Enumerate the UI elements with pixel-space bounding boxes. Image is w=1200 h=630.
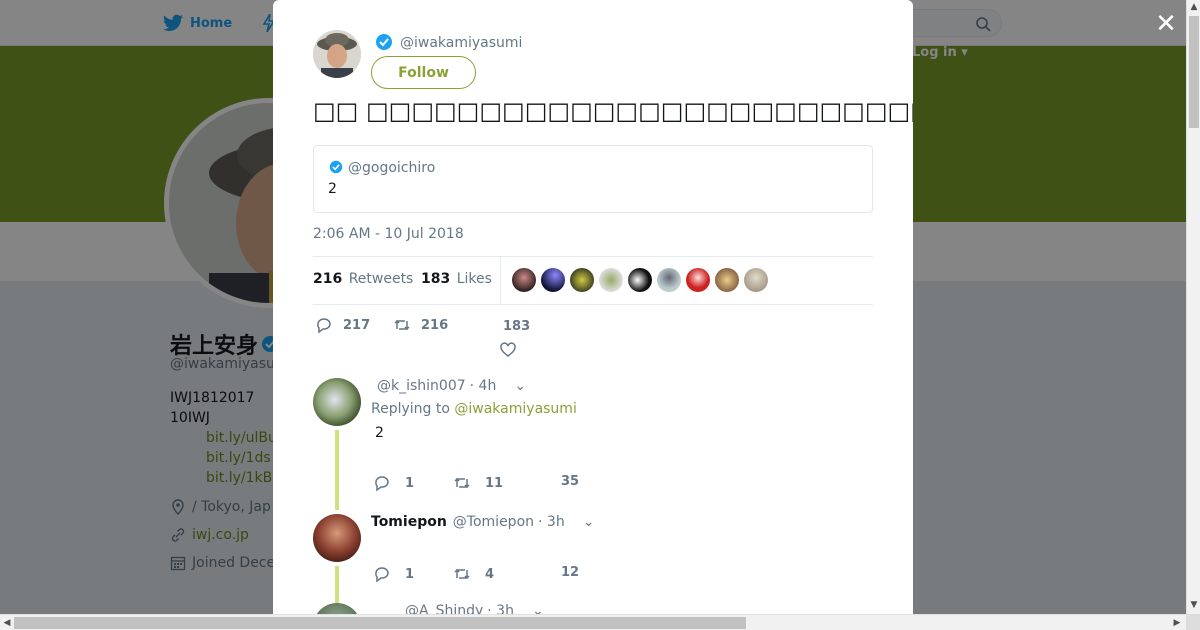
- likes-count: 183: [421, 271, 451, 287]
- reply-button[interactable]: 1: [373, 565, 414, 583]
- vertical-scroll-thumb[interactable]: [1189, 16, 1199, 128]
- author-photo: [313, 30, 361, 78]
- like-count: 12: [561, 565, 580, 580]
- author-avatar[interactable]: [313, 30, 361, 78]
- scroll-right-arrow-icon[interactable]: ▶: [1170, 616, 1184, 630]
- scroll-up-arrow-icon[interactable]: ▲: [1187, 0, 1200, 14]
- like-button[interactable]: 35: [561, 474, 579, 489]
- quoted-text: 2: [328, 181, 337, 197]
- retweet-icon: [454, 477, 470, 489]
- liker-avatar[interactable]: [570, 268, 594, 292]
- close-icon[interactable]: ✕: [1152, 10, 1180, 38]
- reply-author-handle[interactable]: @A_Shindy: [405, 603, 483, 614]
- scroll-down-arrow-icon[interactable]: ▼: [1187, 598, 1200, 612]
- likes-label: Likes: [456, 271, 492, 287]
- liker-avatar[interactable]: [657, 268, 681, 292]
- chevron-down-icon[interactable]: ⌄: [583, 514, 595, 530]
- verified-badge-icon: [329, 160, 343, 174]
- reply-avatar[interactable]: [313, 378, 361, 426]
- reply-header: @k_ishin007 · 4h ⌄: [371, 378, 526, 394]
- verified-badge-icon: [376, 34, 392, 50]
- retweet-button[interactable]: 4: [453, 565, 494, 583]
- retweet-count: 4: [485, 566, 495, 582]
- replying-to: Replying to @iwakamiyasumi: [371, 401, 577, 417]
- liker-avatar[interactable]: [715, 268, 739, 292]
- reply-author-name[interactable]: Tomiepon: [371, 514, 447, 530]
- tweet-text: □□ □□□□□□□□□□□□□□□□□□□□□□□□□□□□□□□□□□□□□…: [313, 97, 913, 125]
- quoted-tweet[interactable]: @gogoichiro 2: [313, 145, 873, 213]
- reply-icon: [375, 567, 389, 583]
- reply-avatar[interactable]: [313, 514, 361, 562]
- like-count: 35: [561, 474, 580, 489]
- heart-icon[interactable]: [499, 341, 517, 359]
- retweet-icon: [394, 319, 410, 331]
- reply-avatar[interactable]: [313, 603, 361, 614]
- likes-stat[interactable]: 183 Likes: [421, 271, 492, 287]
- liker-avatar[interactable]: [686, 268, 710, 292]
- liker-avatar[interactable]: [628, 268, 652, 292]
- reply-button[interactable]: 217: [315, 316, 370, 334]
- reply-icon: [375, 476, 389, 492]
- liker-avatar[interactable]: [512, 268, 536, 292]
- tweet-modal: @iwakamiyasumi Follow □□ □□□□□□□□□□□□□□□…: [273, 0, 913, 614]
- replying-to-link[interactable]: @iwakamiyasumi: [454, 401, 576, 417]
- reply-item[interactable]: Tomiepon @Tomiepon · 3h ⌄ 1 4 12: [313, 514, 873, 606]
- retweet-button[interactable]: 216: [393, 316, 448, 334]
- liker-avatar[interactable]: [541, 268, 565, 292]
- thread-line: [335, 566, 339, 606]
- reply-count: 1: [405, 475, 415, 491]
- reply-time[interactable]: · 4h: [470, 378, 497, 394]
- vertical-scrollbar[interactable]: ▲ ▼: [1186, 0, 1200, 614]
- retweet-count: 11: [485, 475, 504, 491]
- chevron-down-icon[interactable]: ⌄: [532, 603, 544, 614]
- reply-button[interactable]: 1: [373, 474, 414, 492]
- chevron-down-icon[interactable]: ⌄: [514, 378, 526, 394]
- follow-button[interactable]: Follow: [371, 56, 476, 89]
- thread-line: [335, 430, 339, 510]
- liker-avatar[interactable]: [744, 268, 768, 292]
- author-handle[interactable]: @iwakamiyasumi: [400, 35, 522, 51]
- reply-item[interactable]: @A_Shindy · 3h ⌄: [313, 603, 873, 614]
- horizontal-scrollbar[interactable]: ◀ ▶: [0, 614, 1186, 630]
- retweet-count: 216: [421, 317, 449, 333]
- reply-item[interactable]: @k_ishin007 · 4h ⌄ Replying to @iwakamiy…: [313, 378, 873, 510]
- retweets-label: Retweets: [348, 271, 414, 287]
- reply-count: 1: [405, 566, 415, 582]
- horizontal-scroll-thumb[interactable]: [14, 617, 746, 629]
- reply-author-handle[interactable]: @k_ishin007: [377, 378, 466, 394]
- reply-count: 217: [343, 317, 371, 333]
- retweet-icon: [454, 568, 470, 580]
- scroll-left-arrow-icon[interactable]: ◀: [0, 616, 14, 630]
- retweets-count: 216: [313, 271, 343, 287]
- reply-icon: [317, 318, 331, 334]
- liker-avatars: [512, 268, 768, 292]
- replying-label: Replying to: [371, 401, 450, 417]
- reply-time[interactable]: · 3h: [538, 514, 565, 530]
- liker-avatar[interactable]: [599, 268, 623, 292]
- reply-header: @A_Shindy · 3h ⌄: [399, 603, 544, 614]
- tweet-stats: 216 Retweets 183 Likes: [313, 256, 873, 305]
- like-button[interactable]: 12: [561, 565, 579, 580]
- stats-divider: [500, 257, 501, 304]
- like-count: 183: [503, 319, 531, 334]
- scrollbar-corner: [1186, 614, 1200, 630]
- reply-time[interactable]: · 3h: [487, 603, 514, 614]
- tweet-timestamp[interactable]: 2:06 AM - 10 Jul 2018: [313, 226, 464, 242]
- reply-author-handle[interactable]: @Tomiepon: [453, 514, 534, 530]
- retweets-stat[interactable]: 216 Retweets: [313, 271, 413, 287]
- quoted-handle: @gogoichiro: [348, 160, 436, 176]
- reply-header: Tomiepon @Tomiepon · 3h ⌄: [371, 514, 594, 530]
- reply-text: 2: [375, 425, 384, 441]
- retweet-button[interactable]: 11: [453, 474, 503, 492]
